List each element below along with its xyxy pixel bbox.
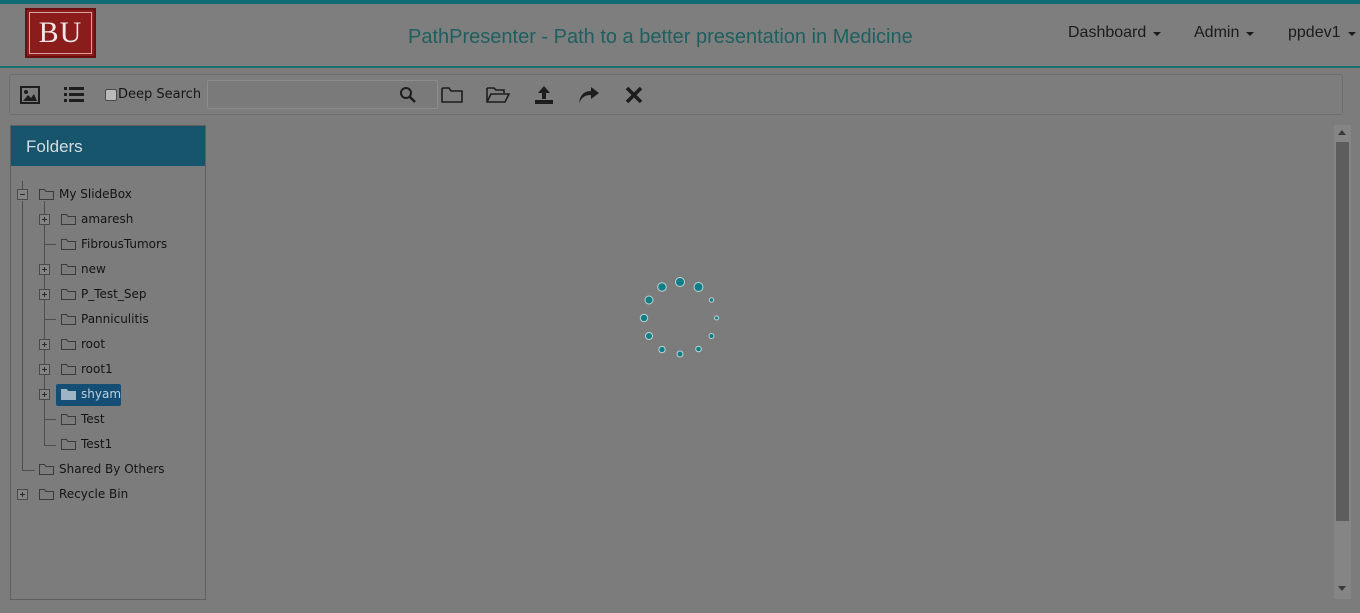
tree-node-panniculitis[interactable]: Panniculitis xyxy=(78,309,152,329)
tree-node-fibroustumors[interactable]: FibrousTumors xyxy=(78,234,170,254)
admin-menu[interactable]: Admin xyxy=(1194,24,1255,42)
new-folder-icon[interactable] xyxy=(440,83,464,107)
folder-icon xyxy=(61,389,76,400)
tree-node-root[interactable]: root xyxy=(78,334,108,354)
folder-icon xyxy=(61,339,76,350)
search-box xyxy=(207,80,438,109)
folder-icon xyxy=(61,414,76,425)
tree-node-label: FibrousTumors xyxy=(81,237,168,251)
bu-logo-text: BU xyxy=(29,12,92,54)
slide-content-area xyxy=(215,125,1333,600)
deep-search-toggle[interactable]: Deep Search xyxy=(105,87,201,102)
list-view-icon[interactable] xyxy=(62,83,86,107)
bu-logo[interactable]: BU xyxy=(25,8,96,58)
tree-node-shyam[interactable]: shyam xyxy=(78,384,124,404)
folder-icon xyxy=(61,439,76,450)
search-input[interactable] xyxy=(209,82,389,107)
chevron-down-icon xyxy=(1153,32,1162,36)
folder-icon xyxy=(61,314,76,325)
expand-toggle[interactable] xyxy=(39,214,50,225)
folder-icon xyxy=(61,364,76,375)
user-menu[interactable]: ppdev1 xyxy=(1288,24,1356,42)
expand-toggle[interactable] xyxy=(39,339,50,350)
folder-icon xyxy=(61,264,76,275)
scroll-thumb[interactable] xyxy=(1336,142,1349,521)
folder-icon xyxy=(61,289,76,300)
deep-search-checkbox[interactable] xyxy=(105,88,117,101)
navbar: BU PathPresenter - Path to a better pres… xyxy=(0,4,1360,68)
expand-toggle[interactable] xyxy=(39,264,50,275)
vertical-scrollbar[interactable] xyxy=(1334,125,1351,599)
tree-node-label: root xyxy=(81,337,106,351)
folder-icon xyxy=(39,489,54,500)
tree-connector xyxy=(44,201,45,446)
tree-node-label: Panniculitis xyxy=(81,312,149,326)
dashboard-menu[interactable]: Dashboard xyxy=(1068,24,1162,42)
collapse-toggle[interactable] xyxy=(17,189,28,200)
tree-node-label: My SlideBox xyxy=(59,187,132,201)
folder-icon xyxy=(39,189,54,200)
expand-toggle[interactable] xyxy=(17,489,28,500)
tree-connector xyxy=(44,445,56,446)
tree-connector xyxy=(44,419,56,420)
tree-node-label: Shared By Others xyxy=(59,462,165,476)
tree-node-label: shyam xyxy=(81,387,122,401)
admin-menu-label: Admin xyxy=(1194,24,1240,41)
tree-node-my-slidebox[interactable]: My SlideBox xyxy=(56,184,135,204)
chevron-down-icon xyxy=(1246,32,1255,36)
dashboard-menu-label: Dashboard xyxy=(1068,24,1147,41)
tree-node-recycle-bin[interactable]: Recycle Bin xyxy=(56,484,131,504)
delete-icon[interactable] xyxy=(622,83,646,107)
tree-connector xyxy=(44,319,56,320)
tree-node-amaresh[interactable]: amaresh xyxy=(78,209,136,229)
upload-icon[interactable] xyxy=(532,83,556,107)
tree-node-label: root1 xyxy=(81,362,113,376)
deep-search-label: Deep Search xyxy=(118,87,202,102)
tree-node-label: Recycle Bin xyxy=(59,487,129,501)
scroll-up-icon[interactable] xyxy=(1338,130,1346,135)
expand-toggle[interactable] xyxy=(39,364,50,375)
tree-node-p-test-sep[interactable]: P_Test_Sep xyxy=(78,284,149,304)
folder-icon xyxy=(39,464,54,475)
search-icon[interactable] xyxy=(399,86,417,104)
tree-node-label: Test1 xyxy=(81,437,113,451)
folder-icon xyxy=(61,239,76,250)
expand-toggle[interactable] xyxy=(39,389,50,400)
tree-node-test[interactable]: Test xyxy=(78,409,108,429)
tree-node-shared-by-others[interactable]: Shared By Others xyxy=(56,459,168,479)
loading-spinner-icon xyxy=(639,277,719,358)
expand-toggle[interactable] xyxy=(39,289,50,300)
tree-node-label: P_Test_Sep xyxy=(81,287,147,301)
tree-node-label: amaresh xyxy=(81,212,134,226)
share-icon[interactable] xyxy=(577,83,601,107)
folder-icon xyxy=(61,214,76,225)
open-folder-icon[interactable] xyxy=(486,83,510,107)
folders-panel: Folders My SlideBox amaresh FibrousTumor… xyxy=(10,125,206,600)
image-view-icon[interactable] xyxy=(18,83,42,107)
chevron-down-icon xyxy=(1347,32,1356,36)
scroll-down-icon[interactable] xyxy=(1338,586,1346,591)
tree-node-root1[interactable]: root1 xyxy=(78,359,116,379)
tree-node-test1[interactable]: Test1 xyxy=(78,434,115,454)
tree-connector xyxy=(22,470,35,471)
tree-connector xyxy=(22,201,23,471)
folder-tree: My SlideBox amaresh FibrousTumors new P_… xyxy=(11,126,207,601)
app-title: PathPresenter - Path to a better present… xyxy=(408,26,913,48)
user-menu-label: ppdev1 xyxy=(1288,24,1341,41)
tree-node-label: Test xyxy=(81,412,105,426)
tree-node-new[interactable]: new xyxy=(78,259,109,279)
tree-node-label: new xyxy=(81,262,106,276)
tree-connector xyxy=(44,244,56,245)
toolbar: Deep Search xyxy=(9,74,1343,115)
